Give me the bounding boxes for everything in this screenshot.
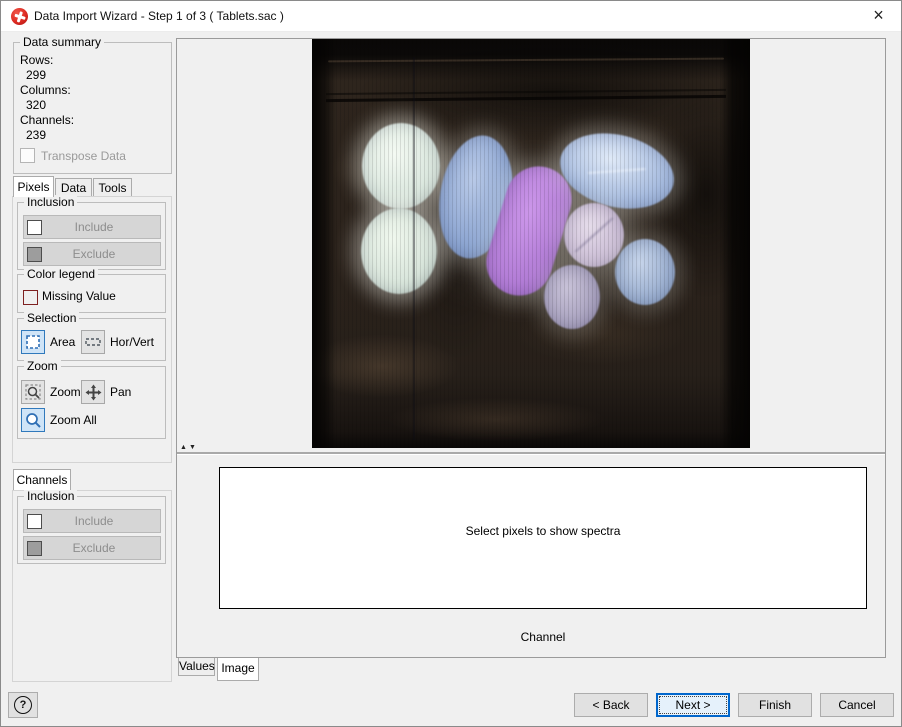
tablet-pill-bluegray-round bbox=[615, 239, 675, 305]
horizontal-marquee-icon bbox=[85, 334, 101, 350]
zoom-marquee-icon bbox=[25, 384, 42, 401]
channel-axis-label: Channel bbox=[219, 630, 867, 644]
title-bar: Data Import Wizard - Step 1 of 3 ( Table… bbox=[1, 1, 901, 32]
transpose-data-label: Transpose Data bbox=[41, 149, 126, 163]
help-button[interactable]: ? bbox=[8, 692, 38, 718]
area-select-button[interactable] bbox=[21, 330, 45, 354]
pills-layer bbox=[312, 39, 750, 448]
cancel-button[interactable]: Cancel bbox=[820, 693, 894, 717]
missing-value-swatch bbox=[23, 290, 38, 305]
area-label: Area bbox=[50, 330, 75, 354]
collapse-down-icon[interactable]: ▼ bbox=[189, 444, 198, 451]
columns-label: Columns: bbox=[20, 83, 171, 98]
tablets-image[interactable] bbox=[312, 39, 750, 448]
color-legend-title: Color legend bbox=[24, 267, 98, 281]
horvert-label: Hor/Vert bbox=[110, 330, 154, 354]
pan-label: Pan bbox=[110, 380, 131, 404]
tab-pixels[interactable]: Pixels bbox=[13, 176, 54, 197]
pan-arrows-icon bbox=[85, 384, 102, 401]
tab-channels[interactable]: Channels bbox=[13, 469, 71, 490]
data-summary-title: Data summary bbox=[20, 35, 104, 49]
channels-value: 239 bbox=[26, 128, 171, 143]
rows-label: Rows: bbox=[20, 53, 171, 68]
marquee-icon bbox=[25, 334, 41, 350]
zoom-tool-button[interactable] bbox=[21, 380, 45, 404]
include-color-swatch bbox=[27, 514, 42, 529]
app-logo-icon bbox=[11, 8, 28, 25]
magnifier-icon bbox=[25, 412, 42, 429]
next-button-label: Next > bbox=[675, 698, 710, 712]
zoom-all-label: Zoom All bbox=[50, 408, 97, 432]
pill-score-line bbox=[574, 217, 613, 253]
zoom-label: Zoom bbox=[50, 380, 81, 404]
columns-value: 320 bbox=[26, 98, 171, 113]
spectra-plot-area[interactable]: Select pixels to show spectra bbox=[219, 467, 867, 609]
next-button[interactable]: Next > bbox=[656, 693, 730, 717]
selection-title: Selection bbox=[24, 311, 79, 325]
view-tabstrip: Values Image bbox=[176, 658, 886, 682]
image-view-panel: ▲▼ Select pixels to show spectra Channel bbox=[176, 38, 886, 658]
back-button[interactable]: < Back bbox=[574, 693, 648, 717]
exclude-color-swatch bbox=[27, 541, 42, 556]
pill-score-line bbox=[588, 168, 646, 174]
tablet-pill-gray-lavender-round bbox=[544, 265, 600, 329]
channels-include-button[interactable]: Include bbox=[23, 509, 161, 533]
close-icon[interactable]: × bbox=[856, 1, 901, 31]
pan-tool-button[interactable] bbox=[81, 380, 105, 404]
tablet-pill-white-oval-top bbox=[362, 123, 440, 209]
pixels-exclude-button[interactable]: Exclude bbox=[23, 242, 161, 266]
channels-label: Channels: bbox=[20, 113, 171, 128]
splitter-bar[interactable] bbox=[177, 452, 885, 455]
window-title: Data Import Wizard - Step 1 of 3 ( Table… bbox=[34, 1, 284, 31]
tablet-pill-lightblue-ellipse bbox=[552, 122, 682, 220]
tab-image[interactable]: Image bbox=[217, 658, 259, 681]
exclude-color-swatch bbox=[27, 247, 42, 262]
include-button-label: Include bbox=[42, 220, 146, 234]
include-button-label: Include bbox=[42, 514, 146, 528]
scan-artifact-line bbox=[413, 57, 415, 440]
horvert-select-button[interactable] bbox=[81, 330, 105, 354]
exclude-button-label: Exclude bbox=[42, 541, 146, 555]
splitter-collapse-icons[interactable]: ▲▼ bbox=[180, 444, 198, 452]
tablet-pill-lavender-round bbox=[564, 203, 624, 267]
rows-value: 299 bbox=[26, 68, 171, 83]
finish-button[interactable]: Finish bbox=[738, 693, 812, 717]
missing-value-label: Missing Value bbox=[42, 289, 116, 304]
zoom-all-button[interactable] bbox=[21, 408, 45, 432]
include-color-swatch bbox=[27, 220, 42, 235]
tab-tools[interactable]: Tools bbox=[93, 178, 132, 197]
tab-values[interactable]: Values bbox=[178, 658, 215, 676]
channels-exclude-button[interactable]: Exclude bbox=[23, 536, 161, 560]
tablet-pill-white-oval-bottom bbox=[361, 208, 437, 294]
pixels-include-button[interactable]: Include bbox=[23, 215, 161, 239]
exclude-button-label: Exclude bbox=[42, 247, 146, 261]
channels-inclusion-title: Inclusion bbox=[24, 489, 77, 503]
spectra-placeholder-text: Select pixels to show spectra bbox=[220, 524, 866, 538]
transpose-data-checkbox[interactable]: Transpose Data bbox=[20, 148, 171, 163]
help-icon: ? bbox=[14, 696, 32, 714]
data-summary-group: Data summary Rows: 299 Columns: 320 Chan… bbox=[13, 42, 172, 174]
zoom-group-title: Zoom bbox=[24, 359, 61, 373]
collapse-up-icon[interactable]: ▲ bbox=[180, 444, 189, 451]
checkbox-icon[interactable] bbox=[20, 148, 35, 163]
